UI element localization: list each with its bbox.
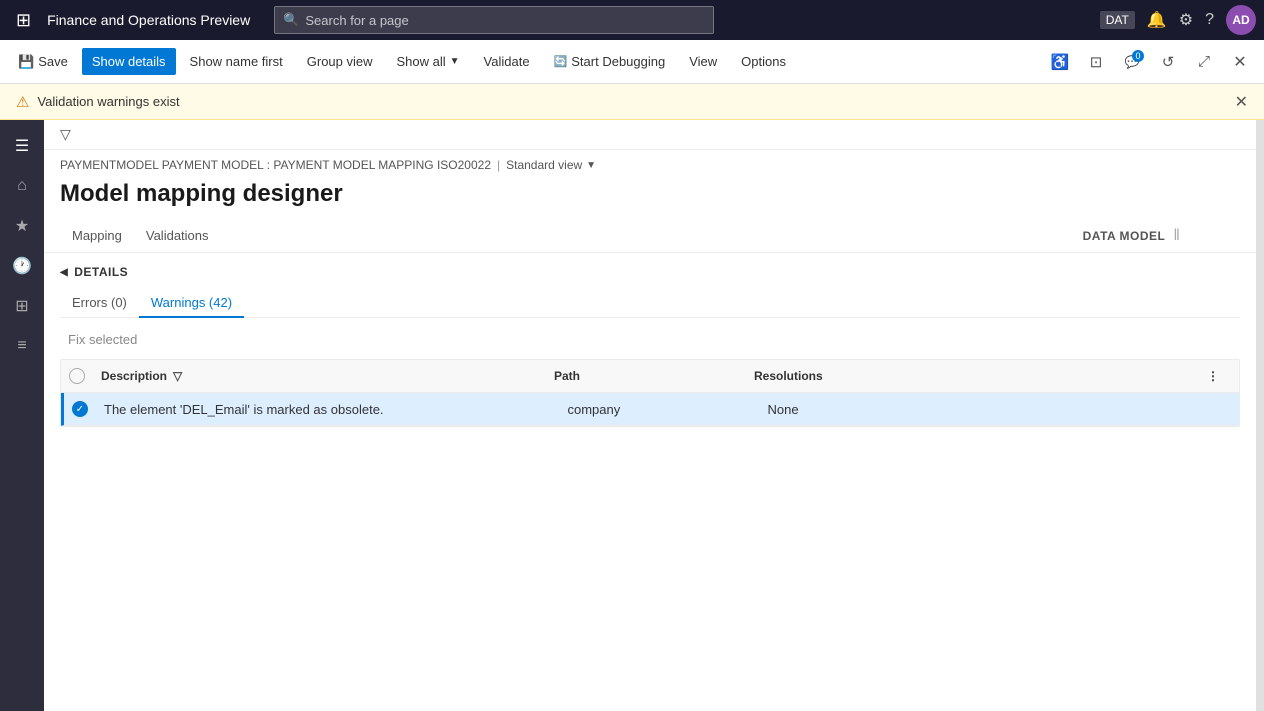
save-button[interactable]: 💾 Save (8, 48, 78, 76)
page-title: Model mapping designer (44, 176, 1256, 220)
search-box[interactable]: 🔍 Search for a page (274, 6, 714, 34)
search-placeholder: Search for a page (305, 13, 408, 28)
sub-tab-errors[interactable]: Errors (0) (60, 289, 139, 318)
show-all-button[interactable]: Show all ▼ (387, 48, 470, 75)
breadcrumb-separator: | (497, 158, 500, 172)
row-checkbox[interactable]: ✓ (72, 401, 88, 417)
sidebar-item-home[interactable]: ⌂ (4, 168, 40, 204)
show-details-label: Show details (92, 54, 166, 69)
show-name-first-button[interactable]: Show name first (180, 48, 293, 75)
sidebar-item-list[interactable]: ≡ (4, 328, 40, 364)
select-all-checkbox[interactable] (69, 368, 85, 384)
filter-icon[interactable]: ▽ (60, 126, 71, 143)
details-arrow-icon: ◀ (60, 267, 68, 278)
header-resolutions: Resolutions (754, 369, 1207, 383)
tab-mapping[interactable]: Mapping (60, 220, 134, 253)
options-label: Options (741, 54, 786, 69)
debug-icon: 🔄 (554, 55, 568, 68)
breadcrumb-view-label: Standard view (506, 158, 582, 172)
save-label: Save (38, 54, 68, 69)
details-header[interactable]: ◀ DETAILS (60, 265, 1240, 279)
toolbar: 💾 Save Show details Show name first Grou… (0, 40, 1264, 84)
header-description: Description ▽ (101, 369, 554, 383)
group-view-button[interactable]: Group view (297, 48, 383, 75)
top-nav-right: DAT 🔔 ⚙ ? AD (1100, 5, 1256, 35)
apps-icon[interactable]: ⊞ (8, 6, 39, 35)
resize-handle-indicator: ‖ (1173, 227, 1180, 245)
open-in-new-icon[interactable]: ⤢ (1188, 46, 1220, 78)
header-more[interactable]: ⋮ (1207, 369, 1231, 383)
save-icon: 💾 (18, 54, 34, 70)
sub-tabs: Errors (0) Warnings (42) (60, 289, 1240, 318)
sidebar-item-favorites[interactable]: ★ (4, 208, 40, 244)
options-button[interactable]: Options (731, 48, 796, 75)
show-all-label: Show all (397, 54, 446, 69)
warnings-table: Description ▽ Path Resolutions ⋮ (60, 359, 1240, 427)
row-resolutions: None (768, 402, 1232, 417)
panel-resize-handle[interactable] (1256, 120, 1264, 711)
warning-text: Validation warnings exist (37, 94, 179, 109)
tab-validations[interactable]: Validations (134, 220, 221, 253)
search-icon: 🔍 (283, 12, 299, 28)
data-model-label: DATA MODEL (1083, 229, 1166, 243)
start-debugging-label: Start Debugging (571, 54, 665, 69)
filter-row: ▽ (44, 120, 1256, 150)
warning-icon: ⚠ (16, 93, 29, 111)
row-check[interactable]: ✓ (72, 401, 104, 417)
chevron-down-icon: ▼ (586, 160, 596, 171)
content-area: ▽ PAYMENTMODEL PAYMENT MODEL : PAYMENT M… (44, 120, 1256, 711)
details-section: ◀ DETAILS Errors (0) Warnings (42) Fix s… (44, 253, 1256, 427)
view-label: View (689, 54, 717, 69)
sidebar-item-workspaces[interactable]: ⊞ (4, 288, 40, 324)
settings-icon[interactable]: ⚙ (1179, 10, 1193, 30)
sidebar-item-recent[interactable]: 🕐 (4, 248, 40, 284)
avatar[interactable]: AD (1226, 5, 1256, 35)
details-label: DETAILS (74, 265, 128, 279)
breadcrumb: PAYMENTMODEL PAYMENT MODEL : PAYMENT MOD… (44, 150, 1256, 176)
notification-icon[interactable]: 🔔 (1147, 10, 1167, 30)
warning-bar: ⚠ Validation warnings exist ✕ (0, 84, 1264, 120)
group-view-label: Group view (307, 54, 373, 69)
help-icon[interactable]: ? (1205, 11, 1214, 29)
breadcrumb-text: PAYMENTMODEL PAYMENT MODEL : PAYMENT MOD… (60, 158, 491, 172)
warning-close-button[interactable]: ✕ (1235, 92, 1248, 112)
filter-description-icon[interactable]: ▽ (173, 369, 182, 383)
sidebar-item-menu[interactable]: ☰ (4, 128, 40, 164)
layout-icon[interactable]: ⊡ (1080, 46, 1112, 78)
view-button[interactable]: View (679, 48, 727, 75)
refresh-icon[interactable]: ↺ (1152, 46, 1184, 78)
notification-count-icon[interactable]: 💬0 (1116, 46, 1148, 78)
app-title: Finance and Operations Preview (47, 12, 250, 28)
sidebar: ☰ ⌂ ★ 🕐 ⊞ ≡ (0, 120, 44, 711)
env-badge: DAT (1100, 11, 1135, 29)
close-button[interactable]: ✕ (1224, 46, 1256, 78)
show-details-button[interactable]: Show details (82, 48, 176, 75)
header-check[interactable] (69, 368, 101, 384)
chevron-down-icon: ▼ (450, 56, 460, 67)
show-name-first-label: Show name first (190, 54, 283, 69)
main-layout: ☰ ⌂ ★ 🕐 ⊞ ≡ ▽ PAYMENTMODEL PAYMENT MODEL… (0, 120, 1264, 711)
validate-label: Validate (484, 54, 530, 69)
start-debugging-button[interactable]: 🔄 Start Debugging (544, 48, 676, 75)
breadcrumb-view[interactable]: Standard view ▼ (506, 158, 596, 172)
header-path: Path (554, 369, 754, 383)
sub-tab-warnings[interactable]: Warnings (42) (139, 289, 244, 318)
fix-selected-button[interactable]: Fix selected (60, 328, 145, 351)
accessibility-icon[interactable]: ♿ (1044, 46, 1076, 78)
tabs: Mapping Validations DATA MODEL ‖ (44, 220, 1256, 253)
validate-button[interactable]: Validate (474, 48, 540, 75)
table-header: Description ▽ Path Resolutions ⋮ (61, 360, 1239, 393)
toolbar-right: ♿ ⊡ 💬0 ↺ ⤢ ✕ (1044, 46, 1256, 78)
table-row[interactable]: ✓ The element 'DEL_Email' is marked as o… (61, 393, 1239, 426)
top-nav: ⊞ Finance and Operations Preview 🔍 Searc… (0, 0, 1264, 40)
row-path: company (568, 402, 768, 417)
fix-selected-label: Fix selected (68, 332, 137, 347)
row-description: The element 'DEL_Email' is marked as obs… (104, 402, 568, 417)
